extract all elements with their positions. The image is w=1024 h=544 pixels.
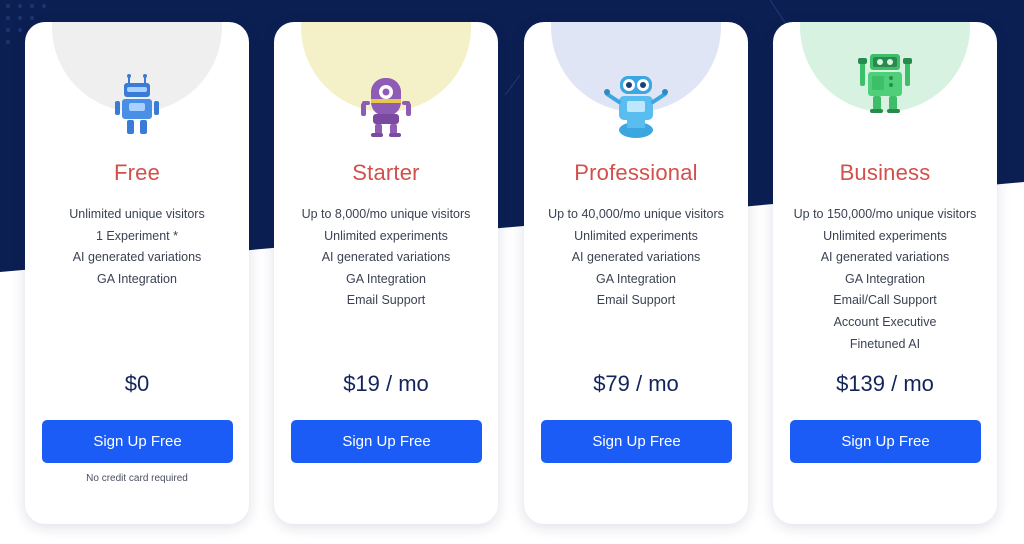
feature-item: AI generated variations xyxy=(72,250,202,265)
feature-list: Up to 40,000/mo unique visitors Unlimite… xyxy=(524,204,748,312)
feature-item: GA Integration xyxy=(346,271,426,286)
feature-item: Account Executive xyxy=(833,314,937,329)
plan-title: Business xyxy=(839,160,931,185)
no-credit-card-note: No credit card required xyxy=(86,473,188,484)
plan-price: $19 / mo xyxy=(343,371,429,396)
plan-card-free: Free Unlimited unique visitors 1 Experim… xyxy=(25,22,249,524)
feature-item: Email Support xyxy=(596,293,676,308)
feature-item: GA Integration xyxy=(845,271,925,286)
feature-item: 1 Experiment * xyxy=(96,228,178,243)
sign-up-free-button[interactable]: Sign Up Free xyxy=(541,420,732,463)
feature-item: GA Integration xyxy=(596,271,676,286)
plan-card-starter: Starter Up to 8,000/mo unique visitors U… xyxy=(274,22,498,524)
sign-up-free-button[interactable]: Sign Up Free xyxy=(790,420,981,463)
feature-list: Up to 8,000/mo unique visitors Unlimited… xyxy=(274,204,498,312)
feature-item: AI generated variations xyxy=(571,250,701,265)
blue-robot-icon xyxy=(115,74,159,134)
plan-price: $139 / mo xyxy=(836,371,934,396)
green-robot-icon xyxy=(858,54,912,113)
feature-item: Up to 8,000/mo unique visitors xyxy=(301,207,471,221)
plan-title: Starter xyxy=(352,160,420,185)
feature-list: Unlimited unique visitors 1 Experiment *… xyxy=(25,204,249,290)
feature-item: Unlimited experiments xyxy=(324,228,448,243)
feature-item: AI generated variations xyxy=(820,250,950,265)
purple-robot-icon xyxy=(361,78,411,137)
plan-card-professional: Professional Up to 40,000/mo unique visi… xyxy=(524,22,748,524)
cyan-robot-icon xyxy=(604,76,668,138)
feature-item: Unlimited experiments xyxy=(823,228,947,243)
feature-item: Up to 150,000/mo unique visitors xyxy=(793,207,977,221)
feature-item: Unlimited unique visitors xyxy=(69,207,205,221)
plan-card-business: Business Up to 150,000/mo unique visitor… xyxy=(773,22,997,524)
feature-item: Unlimited experiments xyxy=(574,228,698,243)
plan-title: Professional xyxy=(574,160,698,185)
feature-item: Email/Call Support xyxy=(833,293,937,308)
feature-item: Email Support xyxy=(346,293,426,308)
sign-up-free-button[interactable]: Sign Up Free xyxy=(42,420,233,463)
feature-list: Up to 150,000/mo unique visitors Unlimit… xyxy=(773,204,997,355)
plan-price: $79 / mo xyxy=(593,371,679,396)
plan-title: Free xyxy=(113,160,161,185)
sign-up-free-button[interactable]: Sign Up Free xyxy=(291,420,482,463)
feature-item: GA Integration xyxy=(97,271,177,286)
feature-item: Finetuned AI xyxy=(849,336,921,351)
feature-item: Up to 40,000/mo unique visitors xyxy=(548,207,724,221)
feature-item: AI generated variations xyxy=(321,250,451,265)
plan-price: $0 xyxy=(124,371,150,396)
